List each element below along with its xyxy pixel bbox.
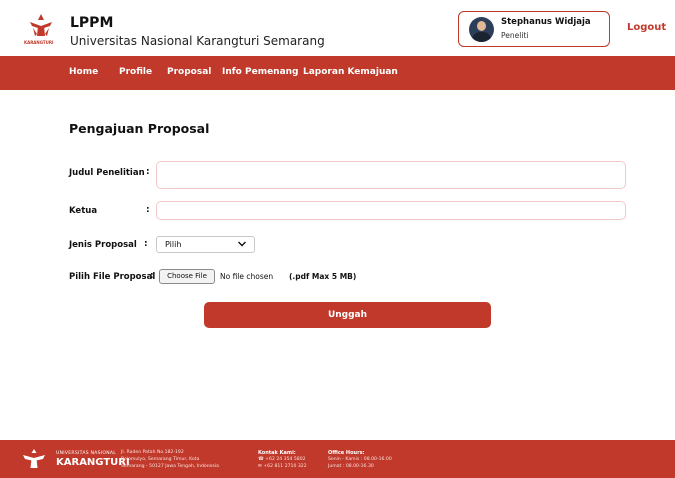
footer-uni-line1: UNIVERSITAS NASIONAL [56,451,117,456]
choose-file-button[interactable]: Choose File [159,269,215,284]
judul-label: Judul Penelitian [69,168,145,178]
jenis-proposal-select[interactable]: Pilih [156,236,255,253]
judul-colon: : [146,167,150,177]
nav-home[interactable]: Home [69,67,98,77]
file-status: No file chosen [220,272,274,281]
user-name: Stephanus Widjaja [501,17,591,27]
footer-contact-title: Kontak Kami: [258,450,296,456]
ketua-input[interactable] [156,201,626,220]
file-proposal-label: Pilih File Proposal [69,272,156,282]
jenis-colon: : [144,239,148,249]
avatar [469,17,494,42]
footer: UNIVERSITAS NASIONAL KARANGTURI Jl. Rade… [0,440,675,478]
footer-address-line: Semarang - 50127 Jawa Tengah, Indonesia [121,464,219,469]
chevron-down-icon [238,241,246,247]
jenis-proposal-value: Pilih [165,240,182,249]
nav-profile[interactable]: Profile [119,67,152,77]
footer-hours-weekday: Senin - Kamis : 08.00-16.00 [328,457,392,462]
ketua-label: Ketua [69,206,98,216]
judul-penelitian-input[interactable] [156,161,626,189]
brand-subtitle: Universitas Nasional Karangturi Semarang [70,34,325,48]
footer-hours-friday: Jumat : 08.00-16.30 [328,464,374,469]
user-role: Peneliti [501,31,529,40]
footer-hours-title: Office Hours: [328,450,365,456]
user-profile-card[interactable]: Stephanus Widjaja Peneliti [458,11,610,47]
logout-link[interactable]: Logout [627,22,666,33]
logo-caption: KARANGTURI [24,40,54,45]
main-nav: Home Profile Proposal Info Pemenang Lapo… [0,56,675,90]
page-title: Pengajuan Proposal [69,121,210,136]
university-logo-icon [23,449,45,468]
footer-address-line: Jl. Raden Patah No.182-192 [121,450,184,455]
file-colon: : [150,271,154,281]
header: KARANGTURI LPPM Universitas Nasional Kar… [0,0,675,56]
nav-laporan-kemajuan[interactable]: Laporan Kemajuan [303,67,398,77]
brand-title: LPPM [70,15,114,31]
footer-uni-line2: KARANGTURI [56,457,130,468]
footer-address-line: Rejomulyo, Semarang Timur, Kota [121,457,200,462]
nav-info-pemenang[interactable]: Info Pemenang [222,67,299,77]
footer-phone: ☎ +62 24 354 5802 [258,457,306,462]
nav-proposal[interactable]: Proposal [167,67,211,77]
unggah-button[interactable]: Unggah [204,302,491,328]
jenis-proposal-label: Jenis Proposal [69,240,137,250]
ketua-colon: : [146,205,150,215]
file-size-hint: (.pdf Max 5 MB) [289,272,357,281]
footer-whatsapp: ✉ +62 811 2710 322 [258,464,307,469]
